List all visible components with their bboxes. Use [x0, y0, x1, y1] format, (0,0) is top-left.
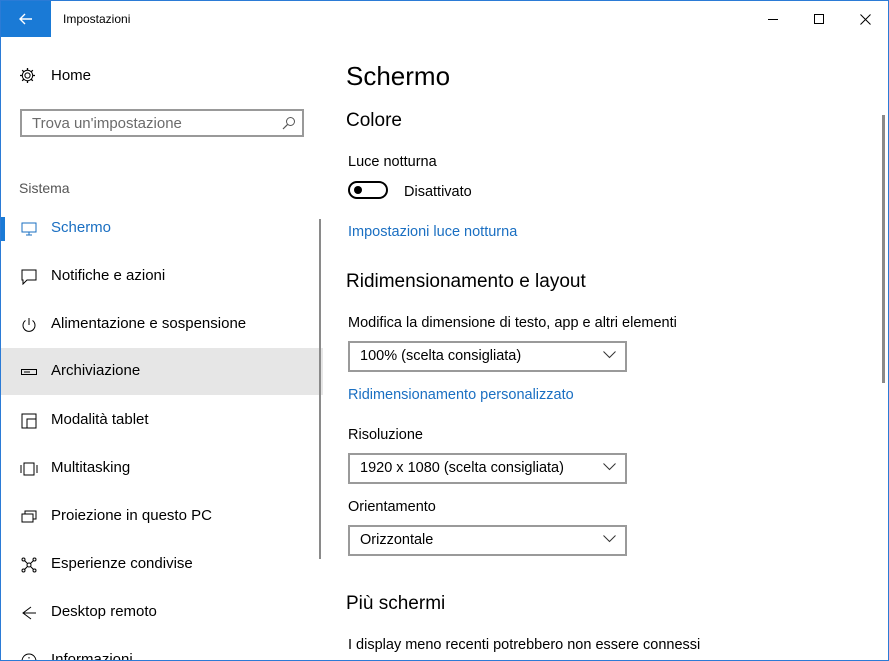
power-icon	[19, 315, 39, 335]
remote-desktop-icon	[19, 603, 39, 623]
section-label: Sistema	[19, 180, 70, 196]
sidebar-item-label: Notifiche e azioni	[51, 267, 166, 284]
sidebar-item-label: Archiviazione	[51, 362, 141, 379]
sidebar-item-label: Alimentazione e sospensione	[51, 315, 247, 332]
close-icon	[859, 13, 871, 25]
sidebar-item-tablet[interactable]: Modalità tablet	[1, 397, 323, 444]
color-heading: Colore	[346, 110, 402, 131]
sidebar-item-label: Informazioni	[51, 651, 133, 661]
shared-icon	[19, 555, 39, 575]
sidebar-item-alimentazione[interactable]: Alimentazione e sospensione	[1, 301, 323, 348]
chevron-down-icon	[603, 535, 616, 543]
custom-scaling-link[interactable]: Ridimensionamento personalizzato	[348, 387, 574, 403]
home-label: Home	[51, 67, 92, 84]
tablet-icon	[19, 411, 39, 431]
notification-icon	[19, 267, 39, 287]
resolution-label: Risoluzione	[348, 427, 423, 443]
sidebar: Home Trova un'impostazione Sistema Scher…	[1, 37, 323, 660]
maximize-button[interactable]	[796, 1, 842, 37]
search-input[interactable]: Trova un'impostazione	[20, 109, 304, 137]
night-light-settings-link[interactable]: Impostazioni luce notturna	[348, 224, 517, 240]
sidebar-item-label: Multitasking	[51, 459, 131, 476]
multitasking-icon	[19, 459, 39, 479]
sidebar-item-label: Modalità tablet	[51, 411, 149, 428]
search-icon[interactable]	[282, 116, 296, 130]
main-content: Schermo Colore Luce notturna Disattivato…	[323, 37, 888, 660]
scaling-heading: Ridimensionamento e layout	[346, 271, 586, 292]
sidebar-item-label: Esperienze condivise	[51, 555, 193, 572]
resolution-value: 1920 x 1080 (scelta consigliata)	[360, 460, 564, 476]
home-link[interactable]: Home	[19, 67, 91, 84]
monitor-icon	[19, 219, 39, 239]
night-light-toggle[interactable]	[348, 181, 388, 199]
toggle-knob	[354, 186, 362, 194]
multi-display-heading: Più schermi	[346, 593, 446, 614]
chevron-down-icon	[603, 463, 616, 471]
minimize-button[interactable]	[750, 1, 796, 37]
minimize-icon	[768, 19, 778, 20]
page-title: Schermo	[346, 61, 451, 91]
window-title: Impostazioni	[63, 12, 131, 26]
main-scrollbar[interactable]	[882, 115, 885, 383]
night-light-label: Luce notturna	[348, 154, 437, 170]
sidebar-item-notifiche[interactable]: Notifiche e azioni	[1, 253, 323, 300]
sidebar-item-label: Schermo	[51, 219, 112, 236]
info-icon	[19, 651, 39, 660]
scaling-dropdown[interactable]: 100% (scelta consigliata)	[348, 341, 627, 372]
orientation-label: Orientamento	[348, 499, 436, 515]
sidebar-item-informazioni[interactable]: Informazioni	[1, 637, 323, 661]
back-button[interactable]	[1, 1, 51, 37]
multi-display-text: I display meno recenti potrebbero non es…	[348, 637, 701, 653]
title-bar: Impostazioni	[1, 1, 888, 37]
sidebar-item-label: Desktop remoto	[51, 603, 157, 620]
resolution-dropdown[interactable]: 1920 x 1080 (scelta consigliata)	[348, 453, 627, 484]
close-button[interactable]	[842, 1, 888, 37]
scaling-label: Modifica la dimensione di testo, app e a…	[348, 315, 677, 331]
chevron-down-icon	[603, 351, 616, 359]
sidebar-item-esperienze[interactable]: Esperienze condivise	[1, 541, 323, 588]
settings-window: Impostazioni Home Trova un'impostazione	[0, 0, 889, 661]
sidebar-item-label: Proiezione in questo PC	[51, 507, 212, 524]
sidebar-item-schermo[interactable]: Schermo	[1, 205, 323, 252]
maximize-icon	[814, 14, 824, 24]
sidebar-item-desktop-remoto[interactable]: Desktop remoto	[1, 589, 323, 636]
projection-icon	[19, 507, 39, 527]
search-placeholder: Trova un'impostazione	[32, 115, 182, 132]
orientation-dropdown[interactable]: Orizzontale	[348, 525, 627, 556]
sidebar-item-multitasking[interactable]: Multitasking	[1, 445, 323, 492]
orientation-value: Orizzontale	[360, 532, 434, 548]
sidebar-item-archiviazione[interactable]: Archiviazione	[1, 348, 323, 395]
scaling-value: 100% (scelta consigliata)	[360, 348, 522, 364]
gear-icon	[20, 68, 35, 83]
night-light-state: Disattivato	[404, 184, 472, 200]
sidebar-item-proiezione[interactable]: Proiezione in questo PC	[1, 493, 323, 540]
sidebar-scrollbar[interactable]	[319, 219, 321, 559]
storage-icon	[19, 362, 39, 382]
back-arrow-icon	[19, 13, 32, 25]
